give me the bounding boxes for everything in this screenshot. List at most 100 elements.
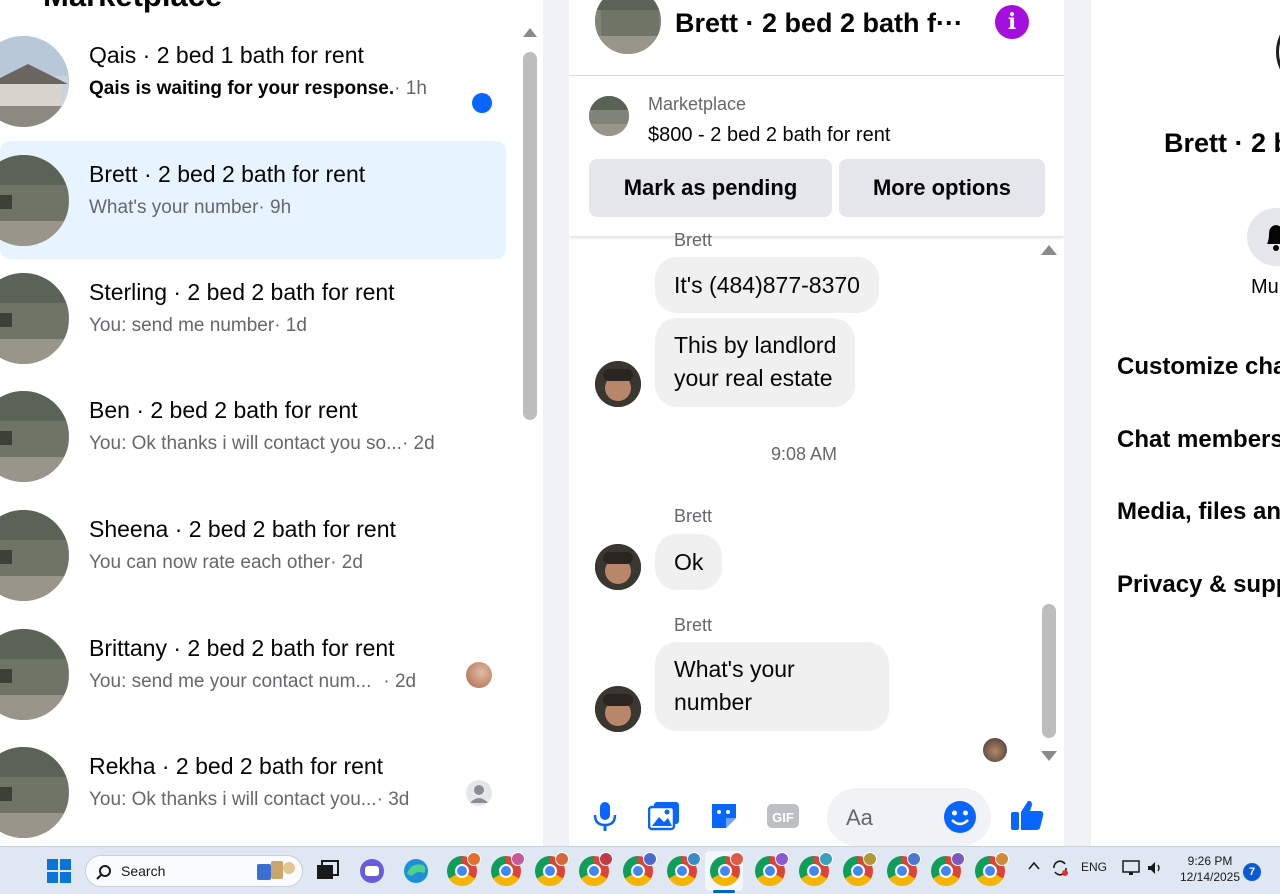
default-avatar-icon — [466, 780, 492, 806]
conversation-name: Brett · 2 bed 2 bath for rent — [89, 161, 366, 187]
teams-chat-icon[interactable] — [357, 856, 387, 886]
chat-avatar[interactable] — [595, 0, 661, 54]
seen-avatar — [466, 662, 492, 688]
windows-start-icon[interactable] — [47, 859, 71, 883]
svg-text:GIF: GIF — [772, 810, 794, 825]
chat-members-item[interactable]: Chat members — [1117, 426, 1280, 454]
chat-title[interactable]: Brett · 2 bed 2 bath f··· — [675, 8, 963, 39]
search-highlight-icon — [251, 858, 297, 884]
volume-icon[interactable] — [1145, 858, 1165, 881]
sender-avatar[interactable] — [595, 361, 641, 407]
scroll-up-arrow-icon[interactable] — [1041, 245, 1057, 255]
thumbs-up-icon[interactable] — [1009, 797, 1045, 833]
chrome-profile-icon[interactable] — [623, 852, 657, 886]
conversation-preview: You: Ok thanks i will contact you so...·… — [89, 433, 435, 454]
chat-header: Brett · 2 bed 2 bath f··· i — [569, 0, 1064, 76]
chrome-profile-icon[interactable] — [491, 852, 525, 886]
conversation-name: Rekha · 2 bed 2 bath for rent — [89, 753, 384, 779]
sender-avatar[interactable] — [595, 544, 641, 590]
listing-thumbnail — [0, 629, 69, 720]
conversation-list-scrollbar[interactable] — [519, 28, 541, 423]
conversation-item-sterling[interactable]: Sterling · 2 bed 2 bath for rent You: se… — [0, 259, 506, 377]
sync-icon[interactable] — [1050, 858, 1070, 881]
more-options-button[interactable]: More options — [839, 159, 1045, 217]
screen: Marketplace Qais · 2 bed 1 bath for rent… — [0, 0, 1280, 894]
chrome-profile-icon[interactable] — [975, 852, 1009, 886]
chrome-profile-icon[interactable] — [799, 852, 833, 886]
task-view-icon[interactable] — [313, 856, 343, 886]
privacy-support-item[interactable]: Privacy & supp — [1117, 571, 1280, 599]
conversation-info-panel: Brett · 2 b Mu Customize cha Chat member… — [1091, 0, 1280, 846]
chrome-profile-icon[interactable] — [667, 852, 701, 886]
message-input[interactable]: Aa — [827, 788, 991, 846]
photo-icon[interactable] — [646, 798, 682, 834]
chrome-profile-icon[interactable] — [710, 852, 744, 886]
panel-divider — [1064, 0, 1091, 846]
conversation-item-rekha[interactable]: Rekha · 2 bed 2 bath for rent You: Ok th… — [0, 733, 506, 846]
message-bubble[interactable]: What's your number — [655, 642, 889, 731]
message-bubble[interactable]: Ok — [655, 534, 723, 590]
mark-as-pending-button[interactable]: Mark as pending — [589, 159, 832, 217]
listing-price-title[interactable]: $800 - 2 bed 2 bath for rent — [648, 124, 890, 147]
chrome-profile-icon[interactable] — [887, 852, 921, 886]
listing-thumbnail — [0, 273, 69, 364]
conversation-item-sheena[interactable]: Sheena · 2 bed 2 bath for rent You can n… — [0, 496, 506, 614]
conversation-name: Ben · 2 bed 2 bath for rent — [89, 397, 358, 423]
chrome-profile-icon[interactable] — [579, 852, 613, 886]
conversation-preview: You can now rate each other· 2d — [89, 552, 363, 573]
gif-icon[interactable]: GIF — [765, 798, 801, 834]
scroll-up-arrow-icon[interactable] — [523, 28, 537, 37]
bell-icon[interactable] — [1247, 208, 1280, 266]
taskbar-search-box[interactable]: Search — [85, 855, 303, 887]
conversation-list-panel: Marketplace Qais · 2 bed 1 bath for rent… — [0, 0, 543, 846]
edge-browser-icon[interactable] — [401, 856, 431, 886]
conversation-preview: You: send me your contact num... · 2d — [89, 671, 417, 692]
message-bubble[interactable]: This by landlord your real estate — [655, 318, 856, 407]
notification-count-badge[interactable]: 7 — [1243, 863, 1261, 881]
message-text: This by landlord — [674, 332, 837, 358]
language-indicator[interactable]: ENG — [1081, 860, 1107, 874]
sender-avatar[interactable] — [595, 686, 641, 732]
windows-taskbar: Search ENG 9:26 PM 12/14/2025 7 — [0, 846, 1280, 894]
info-icon[interactable]: i — [995, 5, 1029, 39]
system-clock[interactable]: 9:26 PM 12/14/2025 — [1177, 853, 1243, 885]
clock-date: 12/14/2025 — [1179, 870, 1241, 884]
conversation-item-brett[interactable]: Brett · 2 bed 2 bath for rent What's you… — [0, 141, 506, 259]
message-composer: GIF Aa — [569, 786, 1064, 846]
message-sender-name: Brett — [674, 230, 713, 250]
unread-dot — [472, 93, 492, 113]
chrome-profile-icon[interactable] — [931, 852, 965, 886]
message-bubble[interactable]: It's (484)877-8370 — [655, 257, 879, 313]
search-label: Search — [121, 863, 166, 879]
clock-time: 9:26 PM — [1187, 854, 1233, 868]
chrome-profile-icon[interactable] — [843, 852, 877, 886]
conversation-item-brittany[interactable]: Brittany · 2 bed 2 bath for rent You: se… — [0, 615, 506, 733]
marketplace-listing-banner: Marketplace $800 - 2 bed 2 bath for rent… — [569, 76, 1064, 236]
microphone-icon[interactable] — [587, 798, 623, 834]
profile-avatar[interactable] — [1276, 12, 1280, 92]
customize-chat-item[interactable]: Customize cha — [1117, 353, 1280, 381]
conversation-item-qais[interactable]: Qais · 2 bed 1 bath for rent Qais is wai… — [0, 22, 506, 140]
conversation-info-title: Brett · 2 b — [1164, 128, 1280, 158]
emoji-icon[interactable] — [943, 800, 977, 834]
active-app-indicator — [713, 890, 735, 893]
media-files-item[interactable]: Media, files an — [1117, 498, 1280, 526]
scrollbar-thumb[interactable] — [523, 52, 537, 420]
scroll-down-arrow-icon[interactable] — [1041, 751, 1057, 761]
listing-thumbnail — [0, 391, 69, 482]
chrome-profile-icon[interactable] — [755, 852, 789, 886]
message-timestamp: 9:08 AM — [770, 444, 838, 464]
sticker-icon[interactable] — [706, 798, 742, 834]
mute-label[interactable]: Mu — [1251, 276, 1279, 299]
listing-thumbnail — [0, 36, 69, 127]
scrollbar-thumb[interactable] — [1042, 604, 1056, 738]
conversation-preview: You: send me number· 1d — [89, 315, 307, 336]
conversation-name: Brittany · 2 bed 2 bath for rent — [89, 635, 395, 661]
listing-thumbnail[interactable] — [589, 96, 629, 136]
show-hidden-icons-chevron-icon[interactable] — [1027, 859, 1041, 876]
conversation-item-ben[interactable]: Ben · 2 bed 2 bath for rent You: Ok than… — [0, 377, 506, 495]
chrome-profile-icon[interactable] — [447, 852, 481, 886]
network-icon[interactable] — [1121, 858, 1141, 881]
conversation-name: Qais · 2 bed 1 bath for rent — [89, 42, 364, 68]
chrome-profile-icon[interactable] — [535, 852, 569, 886]
